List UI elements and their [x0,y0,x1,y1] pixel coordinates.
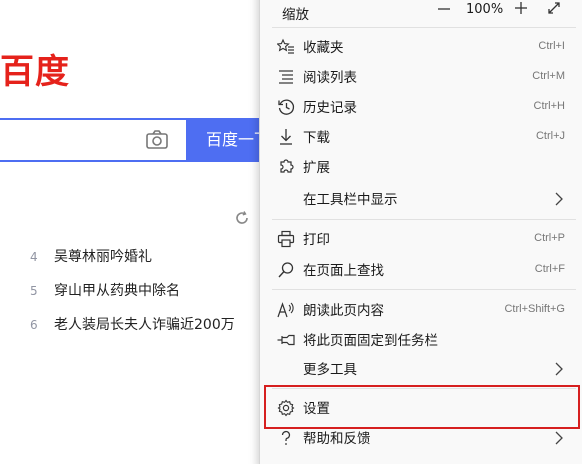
download-icon [277,128,295,146]
menu-item-reading-list[interactable]: 阅读列表 Ctrl+M [260,61,582,91]
print-icon [277,230,295,248]
menu-item-label: 在页面上查找 [303,263,384,279]
menu-divider [272,27,576,28]
fullscreen-icon[interactable] [546,0,562,16]
history-icon [277,98,295,116]
browser-menu: 缩放 100% 收藏夹 Ctrl+I 阅读列表 Ctrl+M 历史记录 Ctrl… [259,0,582,464]
menu-item-favorites[interactable]: 收藏夹 Ctrl+I [260,31,582,61]
menu-item-label: 扩展 [303,160,330,176]
reading-list-icon [277,68,295,86]
baidu-logo: 百度 [0,52,70,92]
menu-item-shortcut: Ctrl+Shift+G [504,303,565,315]
zoom-in-icon[interactable] [513,0,529,16]
pin-icon [277,331,295,349]
help-icon [277,429,295,447]
menu-item-label: 设置 [303,401,330,417]
list-item[interactable]: 6 老人装局长夫人诈骗近200万 [30,314,235,348]
menu-item-read-aloud[interactable]: 朗读此页内容 Ctrl+Shift+G [260,294,582,324]
menu-item-extensions[interactable]: 扩展 [260,151,582,181]
menu-item-help-feedback[interactable]: 帮助和反馈 [260,422,582,452]
menu-item-downloads[interactable]: 下载 Ctrl+J [260,121,582,151]
hot-title[interactable]: 老人装局长夫人诈骗近200万 [54,315,235,335]
chevron-right-icon [554,430,564,445]
menu-item-label: 收藏夹 [303,40,344,56]
list-item[interactable]: 4 吴尊林丽吟婚礼 [30,246,235,280]
menu-item-label: 更多工具 [303,362,357,378]
menu-divider [272,289,576,290]
menu-item-more-tools[interactable]: 更多工具 [260,353,582,383]
list-item[interactable]: 5 穿山甲从药典中除名 [30,280,235,314]
refresh-icon[interactable] [234,210,250,226]
extensions-icon [277,158,295,176]
menu-item-shortcut: Ctrl+M [532,70,565,82]
zoom-value: 100% [466,2,504,17]
zoom-out-icon[interactable] [436,1,452,17]
gear-icon [277,399,295,417]
camera-icon[interactable] [145,129,169,151]
menu-item-pin-to-taskbar[interactable]: 将此页面固定到任务栏 [260,324,582,354]
menu-item-label: 将此页面固定到任务栏 [303,333,438,349]
hot-search-list: 4 吴尊林丽吟婚礼 5 穿山甲从药典中除名 6 老人装局长夫人诈骗近200万 [30,246,235,348]
menu-item-label: 阅读列表 [303,70,357,86]
menu-divider [272,388,576,389]
menu-item-label: 历史记录 [303,100,357,116]
menu-item-shortcut: Ctrl+I [538,40,565,52]
menu-item-shortcut: Ctrl+P [534,232,565,244]
menu-item-settings[interactable]: 设置 [260,392,582,422]
menu-item-show-in-toolbar[interactable]: 在工具栏中显示 [260,183,582,213]
chevron-right-icon [554,361,564,376]
hot-rank: 5 [30,283,38,298]
favorites-icon [276,38,295,56]
menu-item-shortcut: Ctrl+F [534,263,565,275]
menu-item-label: 打印 [303,232,330,248]
menu-item-label: 帮助和反馈 [303,431,371,447]
hot-title[interactable]: 吴尊林丽吟婚礼 [54,247,152,267]
zoom-label: 缩放 [282,7,309,23]
menu-item-label: 在工具栏中显示 [303,192,398,208]
menu-item-shortcut: Ctrl+J [535,130,565,142]
read-aloud-icon [277,301,295,319]
chevron-right-icon [554,191,564,206]
menu-item-print[interactable]: 打印 Ctrl+P [260,223,582,253]
menu-item-shortcut: Ctrl+H [533,100,565,112]
hot-rank: 6 [30,317,38,332]
menu-item-find-on-page[interactable]: 在页面上查找 Ctrl+F [260,254,582,284]
find-icon [277,261,295,279]
menu-item-label: 下载 [303,130,330,146]
menu-item-history[interactable]: 历史记录 Ctrl+H [260,91,582,121]
hot-title[interactable]: 穿山甲从药典中除名 [54,281,180,301]
hot-rank: 4 [30,249,38,264]
menu-divider [272,219,576,220]
menu-item-label: 朗读此页内容 [303,303,384,319]
